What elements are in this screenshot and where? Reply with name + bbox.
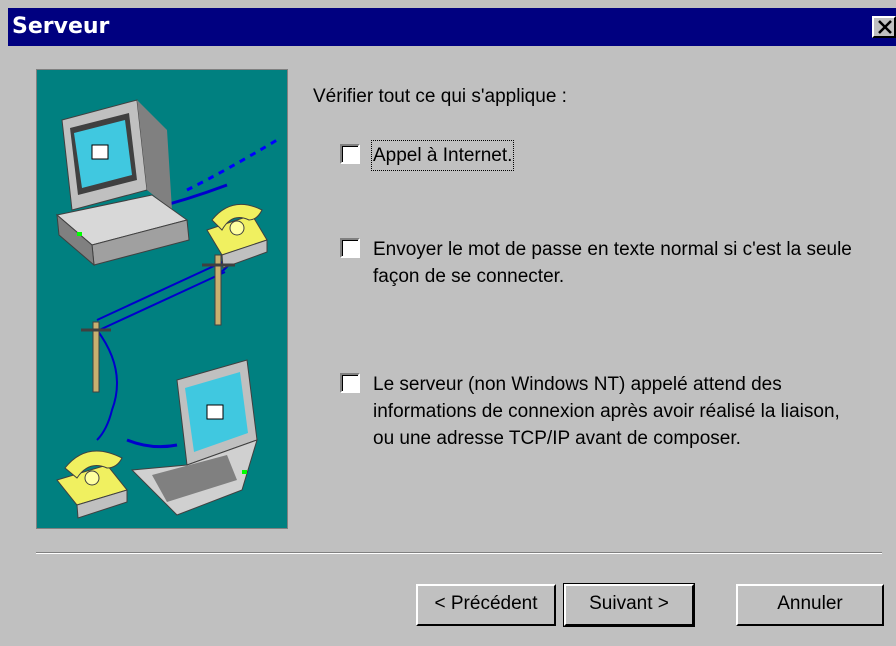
- option-label-plaintext-password[interactable]: Envoyer le mot de passe en texte normal …: [373, 236, 853, 290]
- title-bar: Serveur: [8, 8, 896, 46]
- option-label-login-info[interactable]: Le serveur (non Windows NT) appelé atten…: [373, 371, 853, 452]
- instruction-text: Vérifier tout ce qui s'applique :: [313, 86, 567, 107]
- checkbox-login-info[interactable]: [340, 373, 360, 393]
- separator: [36, 552, 882, 554]
- cancel-button[interactable]: Annuler: [736, 584, 884, 626]
- window-title: Serveur: [12, 14, 110, 39]
- close-icon: [878, 20, 892, 34]
- checkbox-internet-call[interactable]: [340, 144, 360, 164]
- next-button[interactable]: Suivant >: [563, 583, 695, 627]
- option-label-internet-call[interactable]: Appel à Internet.: [370, 140, 515, 171]
- wizard-illustration: [36, 69, 288, 529]
- back-button[interactable]: < Précédent: [416, 584, 556, 626]
- checkbox-plaintext-password[interactable]: [340, 238, 360, 258]
- dialog-body: Vérifier tout ce qui s'applique : Appel …: [8, 46, 896, 646]
- close-button[interactable]: [872, 16, 896, 38]
